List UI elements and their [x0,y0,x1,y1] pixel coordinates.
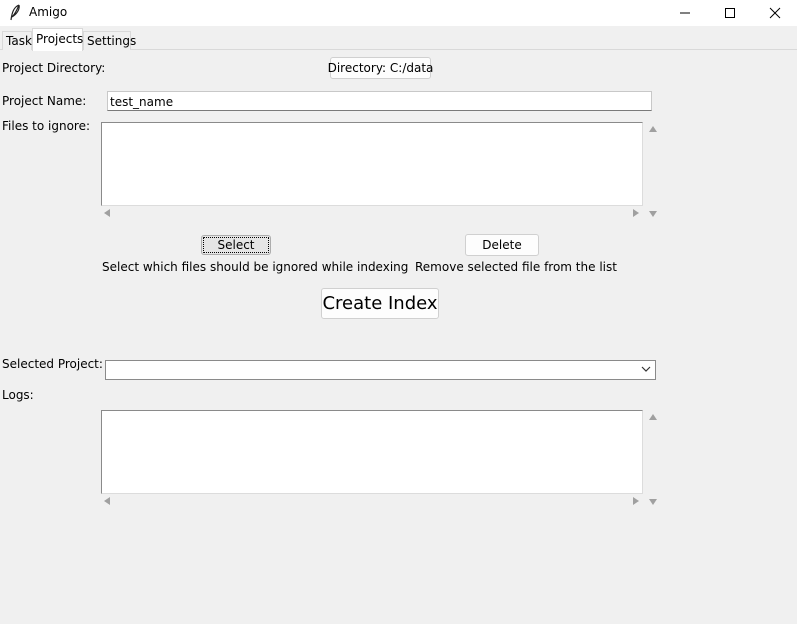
close-icon [769,7,781,19]
ignore-scroll-left-icon[interactable] [104,209,110,217]
maximize-icon [725,8,735,18]
ignore-scroll-up-icon[interactable] [649,126,657,132]
delete-button[interactable]: Delete [465,234,539,256]
ignore-scroll-down-icon[interactable] [649,211,657,217]
delete-hint-text: Remove selected file from the list [415,260,617,274]
logs-scroll-down-icon[interactable] [649,499,657,505]
selected-project-label: Selected Project: [2,357,103,371]
select-hint-text: Select which files should be ignored whi… [102,260,409,274]
notebook-tabs: Task Projects Settings [0,26,797,51]
select-button[interactable]: Select [201,235,271,255]
logs-scroll-left-icon[interactable] [104,497,110,505]
app-window: Amigo Task Projects Settings Project Dir… [0,0,797,624]
title-bar: Amigo [0,0,797,26]
maximize-button[interactable] [707,0,753,26]
tab-projects[interactable]: Projects [32,28,83,51]
ignore-files-listbox[interactable] [101,122,643,206]
tab-task[interactable]: Task [2,31,32,50]
directory-button[interactable]: Directory: C:/data [328,57,433,79]
logs-scroll-up-icon[interactable] [649,414,657,420]
files-to-ignore-label: Files to ignore: [2,119,91,133]
close-button[interactable] [752,0,797,26]
project-name-label: Project Name: [2,94,87,108]
selected-project-combobox[interactable] [105,360,656,380]
logs-textbox[interactable] [101,410,643,494]
feather-icon [10,4,20,21]
ignore-scroll-right-icon[interactable] [633,209,639,217]
logs-scroll-right-icon[interactable] [633,497,639,505]
minimize-icon [680,12,690,14]
project-name-input[interactable]: test_name [107,91,652,111]
window-title: Amigo [29,5,68,19]
project-directory-label: Project Directory: [2,61,106,75]
logs-label: Logs: [2,388,34,402]
minimize-button[interactable] [662,0,708,26]
tab-settings[interactable]: Settings [83,31,136,50]
create-index-button[interactable]: Create Index [321,288,439,319]
chevron-down-icon [641,366,651,372]
